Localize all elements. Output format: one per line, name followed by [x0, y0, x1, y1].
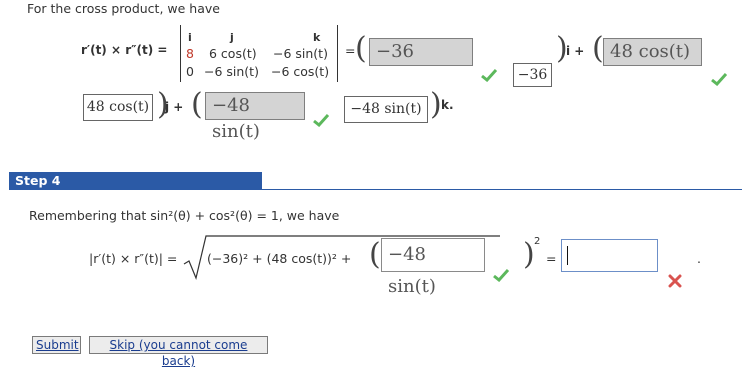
j-component-value: 48 cos(t) — [83, 94, 153, 121]
det-header-k: k — [313, 31, 321, 44]
det-header-i: i — [188, 31, 192, 44]
k-component-value: −48 sin(t) — [344, 96, 428, 123]
cross-equals: = — [345, 43, 356, 58]
k-unit: k. — [441, 98, 454, 112]
det-r1c1: 8 — [186, 46, 194, 61]
paren-open-k: ( — [191, 87, 203, 122]
det-r2c1: 0 — [186, 64, 194, 79]
magnitude-input[interactable] — [561, 239, 658, 272]
j-correct-check-icon — [711, 72, 727, 86]
i-correct-check-icon — [481, 68, 497, 82]
det-r2c3: −6 cos(t) — [271, 64, 330, 79]
det-right-bar — [337, 25, 338, 82]
radicand-prefix: (−36)² + (48 cos(t))² + — [207, 251, 352, 266]
cross-lhs: r′(t) × r″(t) = — [81, 43, 168, 57]
i-unit: i + — [566, 44, 585, 58]
paren-open-j: ( — [592, 31, 604, 66]
magnitude-lhs: |r′(t) × r″(t)| = — [89, 251, 178, 266]
step-text: Remembering that sin²(θ) + cos²(θ) = 1, … — [29, 208, 340, 223]
trailing-period: . — [697, 251, 701, 266]
det-left-bar — [180, 25, 181, 82]
text-cursor — [567, 246, 568, 265]
final-correct-check-icon — [493, 268, 509, 282]
det-r1c2: 6 cos(t) — [209, 46, 257, 61]
exponent: 2 — [534, 236, 541, 247]
final-answer-box[interactable]: −48 sin(t) — [381, 238, 485, 297]
skip-button[interactable]: Skip (you cannot come back) — [89, 336, 268, 368]
j-unit: j + — [165, 100, 184, 114]
det-r2c2: −6 sin(t) — [204, 64, 259, 79]
det-header-j: j — [230, 31, 234, 44]
k-component-answer[interactable]: −48 sin(t) — [205, 92, 305, 142]
step-header: Step 4 — [9, 172, 262, 190]
incorrect-x-icon — [668, 274, 682, 288]
intro-text: For the cross product, we have — [27, 1, 220, 16]
j-component-answer[interactable]: 48 cos(t) — [603, 38, 702, 66]
paren-close-k: ) — [430, 87, 442, 122]
magnitude-equals: = — [546, 251, 557, 266]
det-r1c3: −6 sin(t) — [273, 46, 328, 61]
paren-open-i: ( — [355, 31, 367, 66]
submit-button[interactable]: Submit — [32, 336, 81, 354]
step-divider — [9, 189, 742, 190]
i-component-answer[interactable]: −36 — [369, 38, 473, 66]
k-correct-check-icon — [313, 113, 329, 127]
paren-open-sq: ( — [369, 237, 381, 272]
paren-close-sq: ) — [523, 237, 535, 272]
i-component-value: −36 — [513, 63, 552, 87]
